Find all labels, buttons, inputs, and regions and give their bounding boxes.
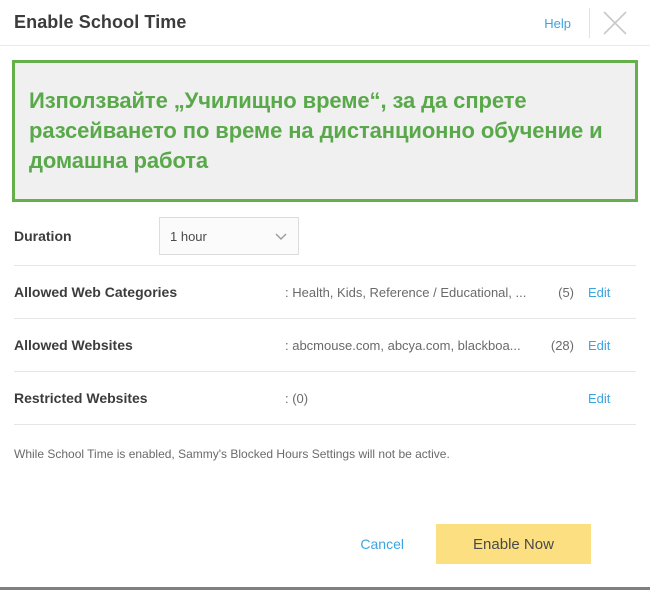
status-note: While School Time is enabled, Sammy's Bl… xyxy=(14,447,450,461)
row-label: Allowed Websites xyxy=(14,337,133,353)
table-row: Restricted Websites : (0) Edit xyxy=(14,372,636,425)
row-label: Restricted Websites xyxy=(14,390,148,406)
dialog-body: Duration 1 hour Allowed Web Categories :… xyxy=(0,207,650,461)
promo-banner: Използвайте „Училищно време“, за да спре… xyxy=(12,60,638,202)
enable-now-button[interactable]: Enable Now xyxy=(436,524,591,564)
row-value: : Health, Kids, Reference / Educational,… xyxy=(285,284,527,300)
dialog-header: Enable School Time Help xyxy=(0,0,650,46)
cancel-button[interactable]: Cancel xyxy=(360,536,404,552)
duration-select[interactable]: 1 hour xyxy=(159,217,299,255)
row-value: : (0) xyxy=(285,390,309,406)
row-value: : abcmouse.com, abcya.com, blackboa... xyxy=(285,337,521,353)
row-count: (5) xyxy=(558,284,574,300)
close-button[interactable] xyxy=(590,0,640,46)
chevron-down-icon xyxy=(274,229,288,243)
duration-select-value: 1 hour xyxy=(170,228,207,244)
page-title: Enable School Time xyxy=(14,12,187,32)
edit-link[interactable]: Edit xyxy=(574,338,636,353)
duration-row: Duration 1 hour xyxy=(14,207,636,266)
row-count: (28) xyxy=(550,337,574,353)
header-actions: Help xyxy=(544,0,640,46)
enable-school-time-dialog: Enable School Time Help Използвайте „Учи… xyxy=(0,0,650,590)
duration-label: Duration xyxy=(14,228,72,244)
promo-banner-text: Използвайте „Училищно време“, за да спре… xyxy=(29,88,603,173)
close-icon xyxy=(601,9,629,37)
table-row: Allowed Websites : abcmouse.com, abcya.c… xyxy=(14,319,636,372)
edit-link[interactable]: Edit xyxy=(574,391,636,406)
dialog-footer: Cancel Enable Now xyxy=(0,524,650,564)
help-link[interactable]: Help xyxy=(544,16,589,31)
edit-link[interactable]: Edit xyxy=(574,285,636,300)
table-row: Allowed Web Categories : Health, Kids, R… xyxy=(14,266,636,319)
row-label: Allowed Web Categories xyxy=(14,284,178,300)
